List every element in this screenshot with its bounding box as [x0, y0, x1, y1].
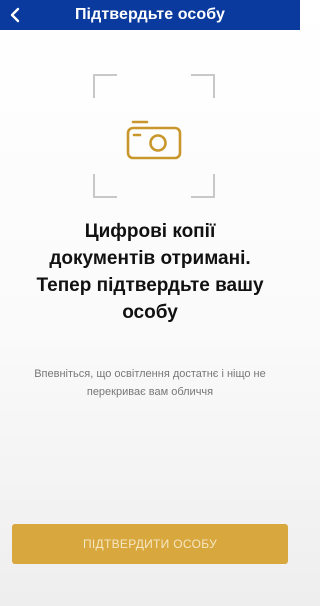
page-title: Підтвердьте особу	[74, 6, 226, 23]
top-bar: Підтвердьте особу	[0, 0, 300, 30]
frame-corner-bottom-right	[191, 174, 215, 198]
confirm-identity-button[interactable]: ПІДТВЕРДИТИ ОСОБУ	[12, 524, 288, 564]
hint-line: перекриває вам обличчя	[86, 386, 214, 398]
heading-line: Цифрові копії	[84, 221, 216, 242]
heading-line: Тепер підтвердьте вашу	[36, 275, 264, 296]
lighting-hint: Впевніться, що освітлення достатнє і ніщ…	[26, 365, 274, 401]
frame-corner-top-left	[93, 74, 117, 98]
heading-line: особу	[122, 302, 178, 323]
camera-icon	[126, 120, 182, 160]
hint-line: Впевніться, що освітлення достатнє і ніщ…	[34, 368, 266, 380]
chevron-left-icon	[10, 7, 20, 23]
verify-identity-screen: Підтвердьте особу Цифрові копії документ…	[0, 0, 300, 606]
frame-corner-top-right	[191, 74, 215, 98]
frame-corner-bottom-left	[93, 174, 117, 198]
main-heading: Цифрові копії документів отримані. Тепер…	[20, 218, 280, 326]
camera-frame	[93, 74, 215, 198]
back-button[interactable]	[2, 0, 28, 30]
heading-line: документів отримані.	[49, 248, 251, 269]
